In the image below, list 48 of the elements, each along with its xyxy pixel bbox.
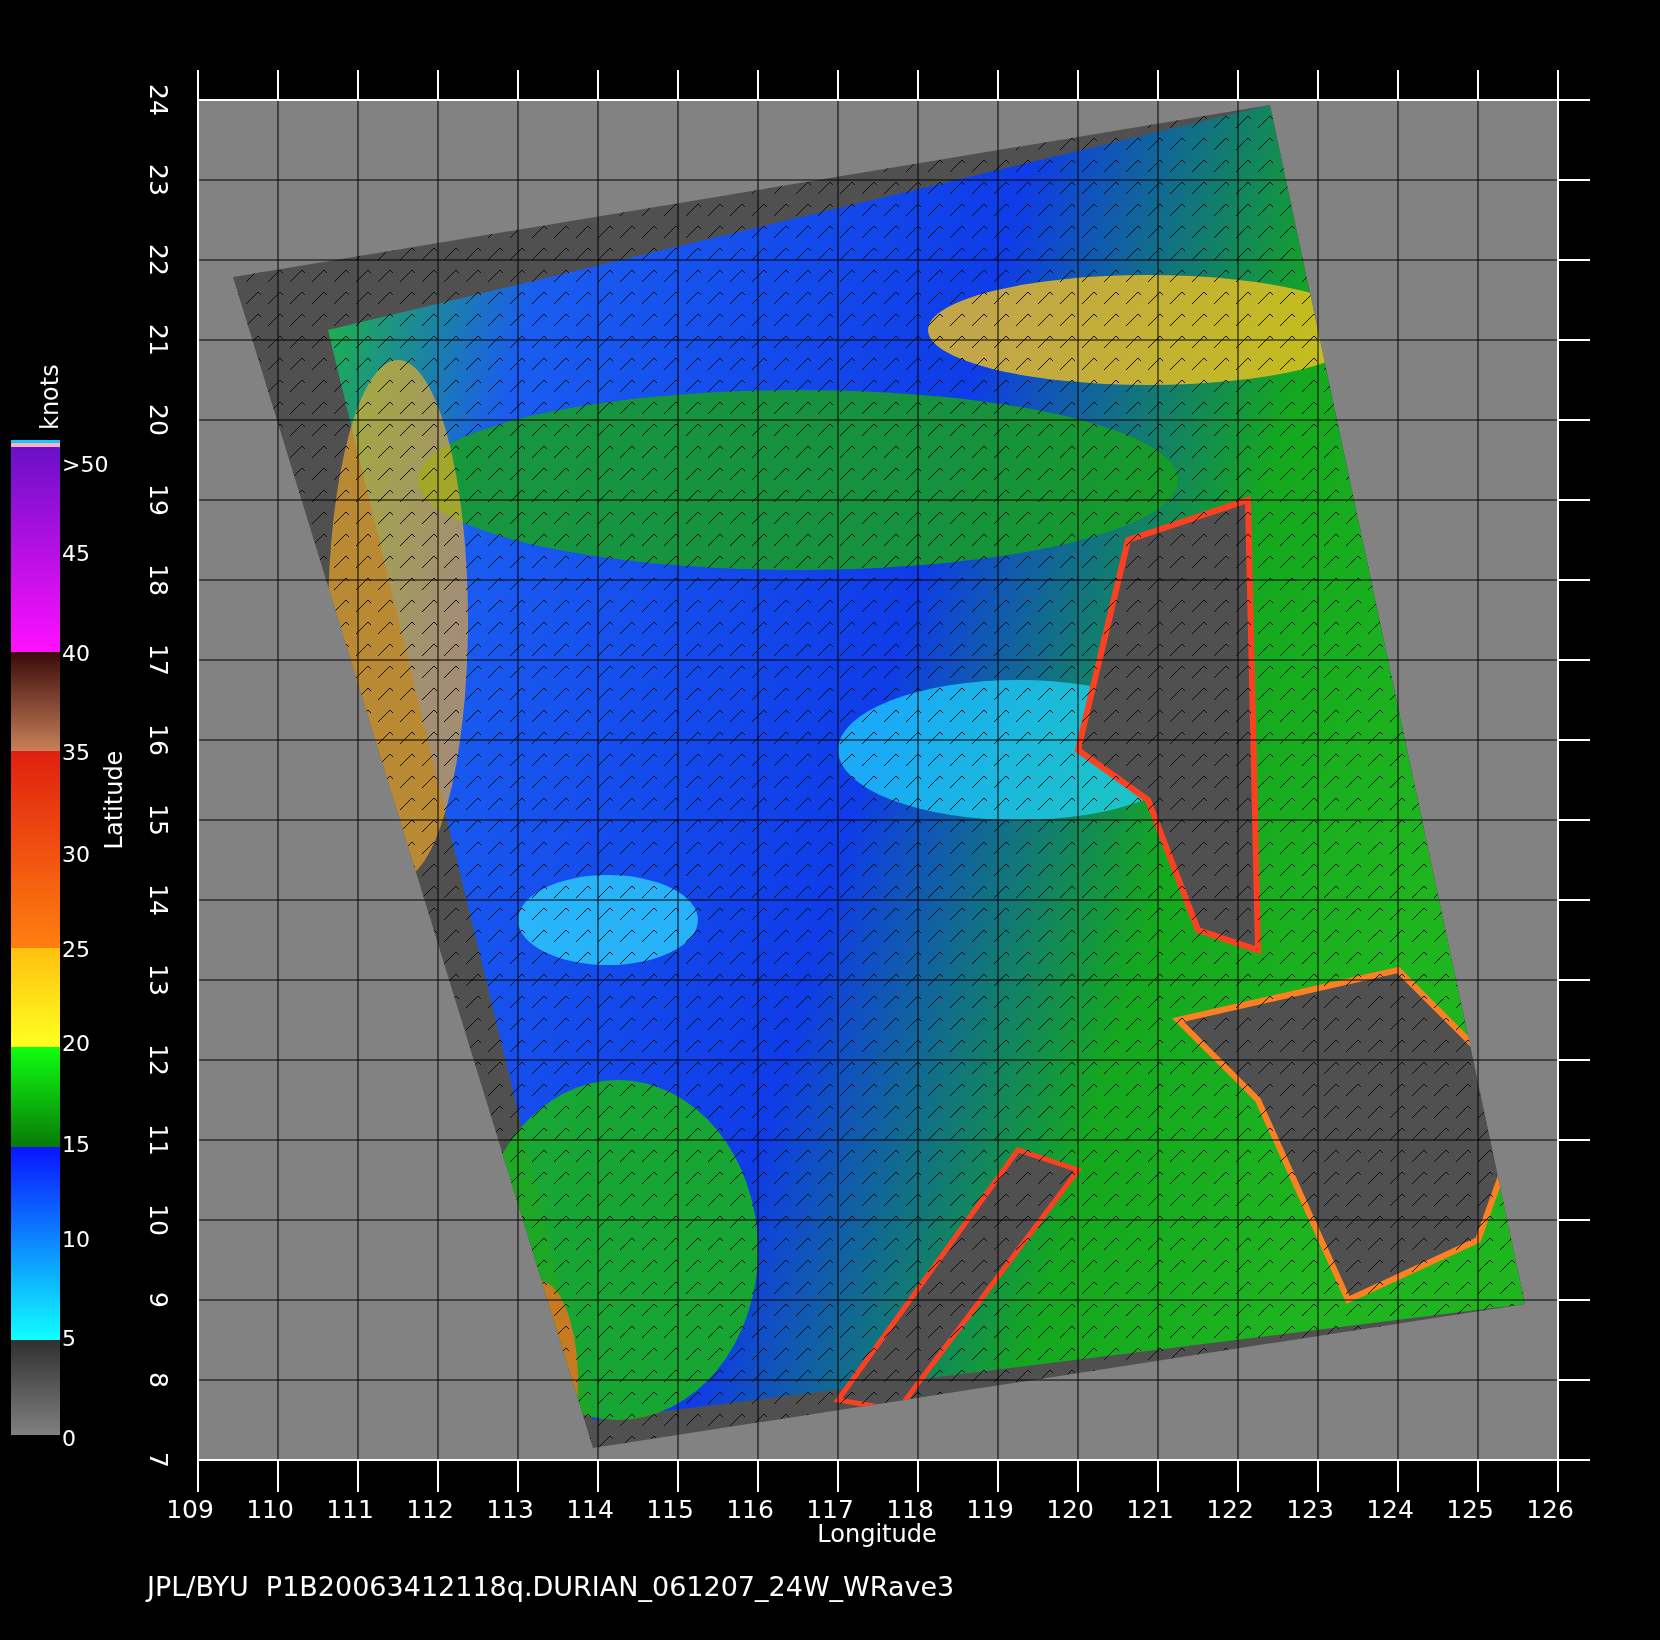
colorbar-tick-label: >50	[62, 452, 109, 477]
colorbar-tick-label: 30	[62, 842, 90, 867]
latitude-tick-label: 23	[144, 164, 173, 196]
longitude-tick-label: 110	[246, 1495, 294, 1524]
longitude-tick-label: 119	[966, 1495, 1014, 1524]
colorbar-tick-label: 45	[62, 541, 90, 566]
longitude-tick-label: 124	[1366, 1495, 1414, 1524]
longitude-tick-label: 123	[1286, 1495, 1334, 1524]
latitude-tick-label: 18	[144, 564, 173, 596]
colorbar-unit-label: knots	[36, 364, 64, 430]
longitude-tick-label: 115	[646, 1495, 694, 1524]
latitude-tick-label: 24	[144, 84, 173, 116]
longitude-tick-label: 120	[1046, 1495, 1094, 1524]
latitude-tick-label: 8	[144, 1372, 173, 1388]
latitude-tick-label: 21	[144, 324, 173, 356]
latitude-tick-label: 12	[144, 1044, 173, 1076]
colorbar-tick-label: 20	[62, 1031, 90, 1056]
longitude-tick-label: 114	[566, 1495, 614, 1524]
latitude-tick-label: 16	[144, 724, 173, 756]
longitude-tick-label: 121	[1126, 1495, 1174, 1524]
longitude-tick-label: 112	[406, 1495, 454, 1524]
latitude-tick-label: 20	[144, 404, 173, 436]
colorbar-tick-label: 5	[62, 1326, 76, 1351]
latitude-tick-label: 13	[144, 964, 173, 996]
colorbar-tick-label: 35	[62, 740, 90, 765]
longitude-tick-label: 116	[726, 1495, 774, 1524]
longitude-tick-label: 109	[166, 1495, 214, 1524]
colorbar-tick-label: 0	[62, 1426, 76, 1451]
longitude-tick-label: 125	[1446, 1495, 1494, 1524]
latitude-tick-label: 19	[144, 484, 173, 516]
latitude-tick-label: 9	[144, 1292, 173, 1308]
y-axis-label: Latitude	[100, 750, 128, 850]
longitude-tick-label: 126	[1526, 1495, 1574, 1524]
latitude-tick-label: 15	[144, 804, 173, 836]
colorbar-tick-label: 25	[62, 937, 90, 962]
latitude-tick-label: 14	[144, 884, 173, 916]
latitude-tick-label: 11	[144, 1124, 173, 1156]
latitude-tick-label: 7	[144, 1452, 173, 1468]
colorbar-tick-label: 40	[62, 641, 90, 666]
latitude-tick-label: 17	[144, 644, 173, 676]
latitude-tick-label: 10	[144, 1204, 173, 1236]
colorbar-tick-label: 15	[62, 1132, 90, 1157]
footer-caption: JPL/BYU P1B20063412118q.DURIAN_061207_24W_WRave3	[147, 1571, 955, 1602]
longitude-tick-label: 111	[326, 1495, 374, 1524]
longitude-tick-label: 113	[486, 1495, 534, 1524]
latitude-tick-label: 22	[144, 244, 173, 276]
colorbar-tick-label: 10	[62, 1227, 90, 1252]
longitude-tick-label: 122	[1206, 1495, 1254, 1524]
